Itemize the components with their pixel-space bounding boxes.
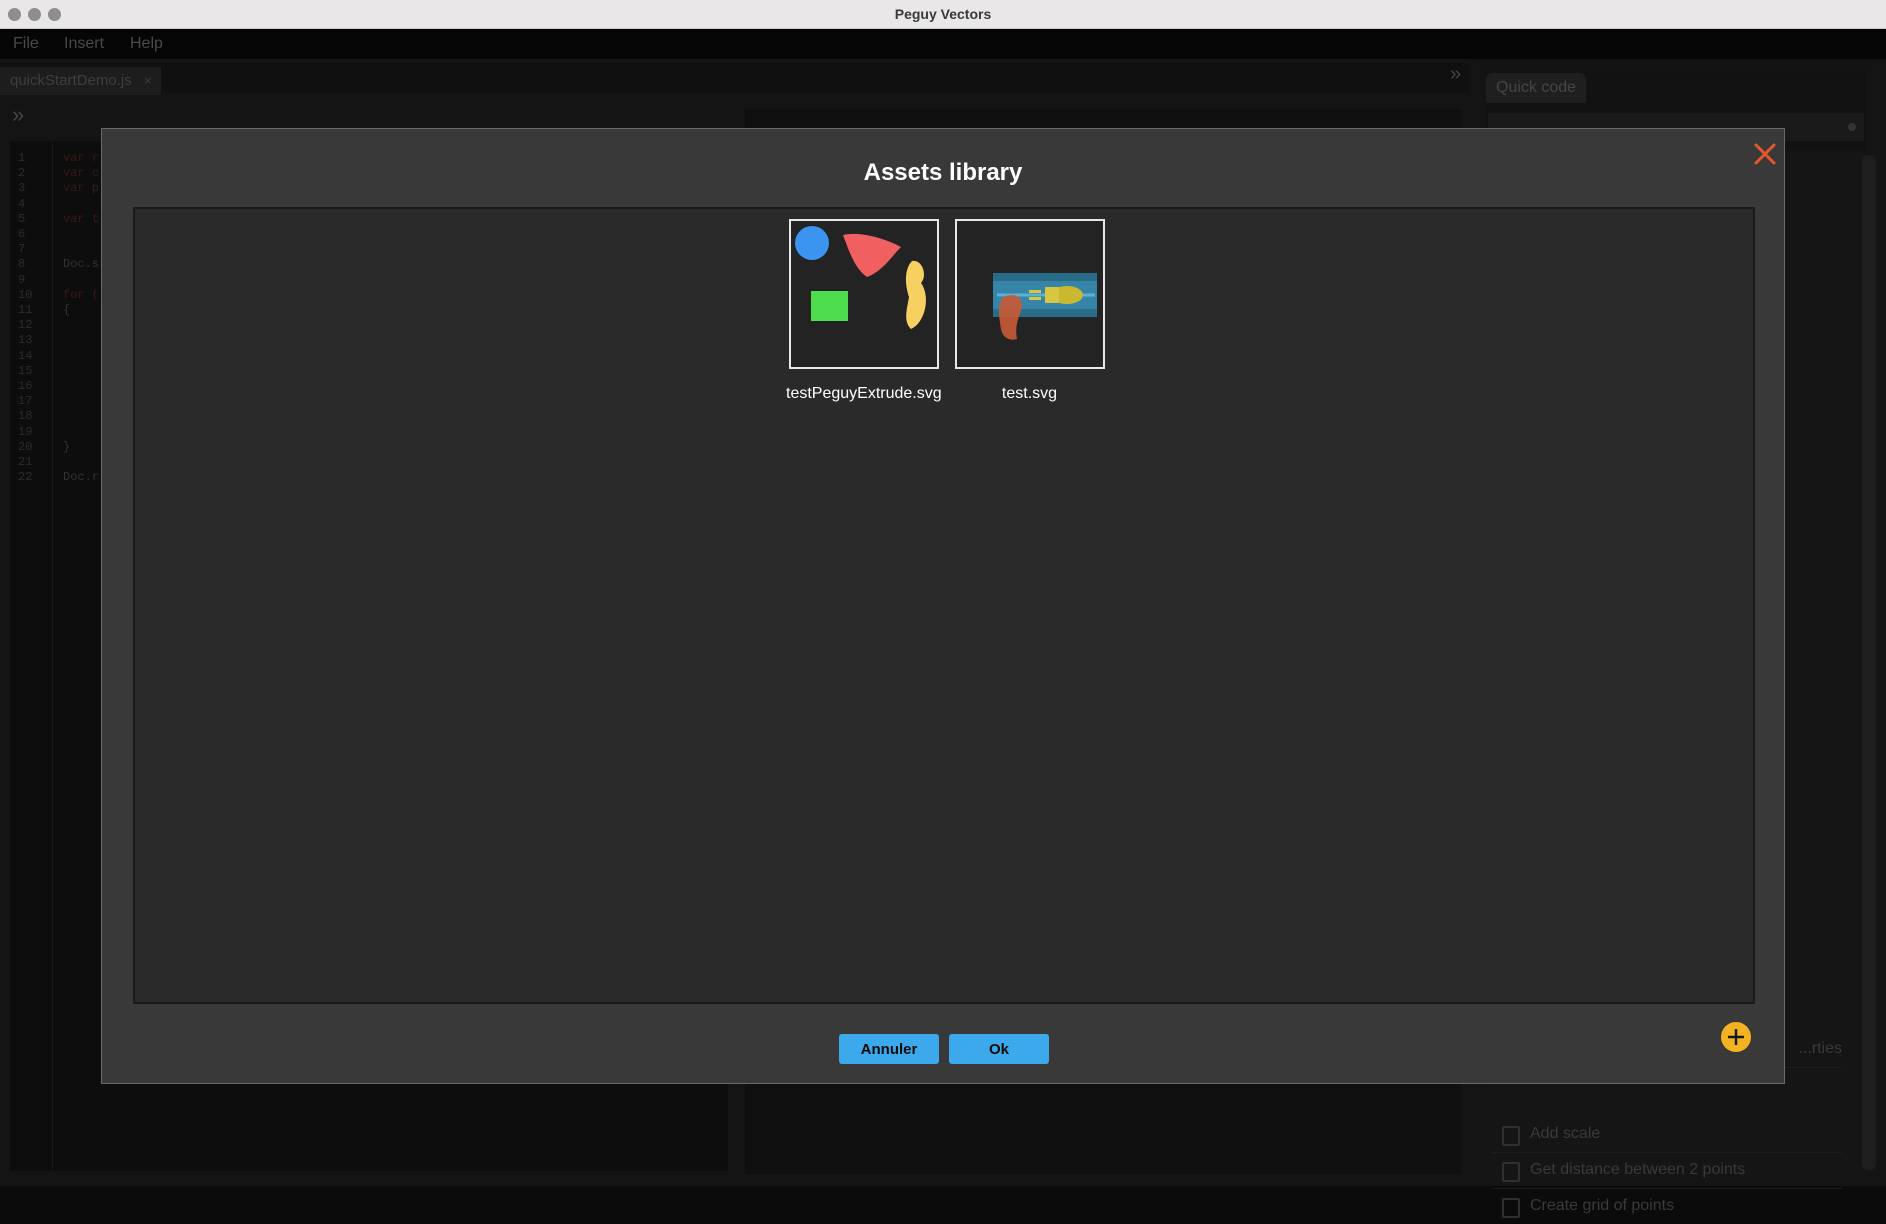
line-number-gutter: 1 2 3 4 5 6 7 8 9 10 11 12 13 14 15 16 17 18 19 20 21 22: [10, 141, 53, 1171]
menu-bar: File Insert Help: [0, 29, 1886, 59]
close-icon[interactable]: [1750, 139, 1780, 169]
menu-insert[interactable]: Insert: [64, 35, 104, 53]
tab-quickstartdemo[interactable]: quickStartDemo.js ×: [0, 67, 162, 95]
copy-icon: [1502, 1162, 1520, 1182]
line-number: 16: [18, 379, 33, 393]
asset-thumbnail: [788, 219, 939, 369]
collapse-left-icon[interactable]: »: [12, 102, 24, 128]
code-line: var p: [63, 181, 100, 196]
line-number: 11: [18, 303, 33, 317]
line-number: 10: [18, 287, 33, 302]
tab-label: quickStartDemo.js: [10, 72, 132, 89]
line-number: 12: [18, 318, 33, 333]
side-item-add-scale[interactable]: Add scale: [1492, 1116, 1842, 1153]
code-line: var t: [63, 211, 100, 226]
line-number: 19: [18, 424, 33, 439]
code-line: Doc.s: [63, 257, 100, 272]
copy-icon: [1502, 1198, 1520, 1218]
shapes-thumbnail-image: [794, 226, 926, 329]
side-item-label: Create grid of points: [1530, 1197, 1675, 1214]
code-line: {: [63, 303, 71, 317]
tab-quick-code[interactable]: Quick code: [1486, 73, 1587, 103]
dialog-title: Assets library: [863, 159, 1023, 186]
line-number: 17: [18, 394, 33, 409]
editor-tabstrip: quickStartDemo.js ×: [0, 63, 1470, 95]
side-scrollbar[interactable]: [1862, 155, 1876, 1170]
asset-item[interactable]: test.svg: [952, 219, 1107, 403]
gun-thumbnail-image: [992, 273, 1097, 340]
ok-button[interactable]: Ok: [949, 1034, 1049, 1064]
code-line: Doc.r: [63, 470, 100, 485]
menu-file[interactable]: File: [13, 35, 39, 53]
side-item-label: Add scale: [1530, 1125, 1601, 1142]
code-line: var c: [63, 166, 100, 181]
code-line: for (: [63, 287, 100, 302]
line-number: 9: [18, 272, 26, 287]
plus-circle-icon: [1728, 1029, 1744, 1045]
side-item-label: ...rties: [1798, 1040, 1842, 1057]
line-number: 6: [18, 227, 26, 241]
asset-name: test.svg: [1001, 385, 1058, 402]
line-number: 4: [18, 196, 26, 211]
line-number: 13: [18, 333, 33, 348]
copy-icon: [1502, 1126, 1520, 1146]
cancel-button[interactable]: Annuler: [839, 1034, 939, 1064]
line-number: 3: [18, 181, 26, 196]
line-number: 2: [18, 166, 26, 181]
add-asset-button[interactable]: [1721, 1022, 1751, 1052]
side-item-label: Get distance between 2 points: [1530, 1161, 1746, 1178]
window-title: Peguy Vectors: [894, 6, 992, 22]
asset-item[interactable]: testPeguyExtrude.svg: [786, 219, 942, 403]
code-line: }: [63, 439, 71, 454]
side-item-get-distance[interactable]: Get distance between 2 points: [1492, 1152, 1842, 1189]
line-number: 1: [18, 151, 26, 165]
tab-close-icon[interactable]: ×: [144, 73, 152, 88]
line-number: 20: [18, 439, 33, 454]
search-clear-icon[interactable]: [1848, 123, 1856, 131]
line-number: 7: [18, 242, 26, 257]
line-number: 14: [18, 348, 33, 363]
line-number: 8: [18, 257, 26, 272]
line-number: 5: [18, 211, 26, 226]
assets-grid: testPeguyExtrude.svg test.svg: [133, 207, 1755, 1004]
assets-library-dialog: Assets library testPeguyExtrude.svg test…: [101, 128, 1785, 1084]
line-number: 18: [18, 409, 33, 424]
window-titlebar: Peguy Vectors: [0, 0, 1886, 29]
menu-help[interactable]: Help: [130, 35, 163, 53]
line-number: 21: [18, 455, 33, 469]
side-item-create-grid[interactable]: Create grid of points: [1492, 1188, 1842, 1224]
code-line: var r: [63, 151, 100, 165]
asset-name: testPeguyExtrude.svg: [786, 385, 942, 402]
line-number: 22: [18, 470, 33, 485]
line-number: 15: [18, 363, 33, 378]
asset-thumbnail: [954, 219, 1105, 369]
collapse-right-icon[interactable]: »: [1450, 63, 1461, 86]
